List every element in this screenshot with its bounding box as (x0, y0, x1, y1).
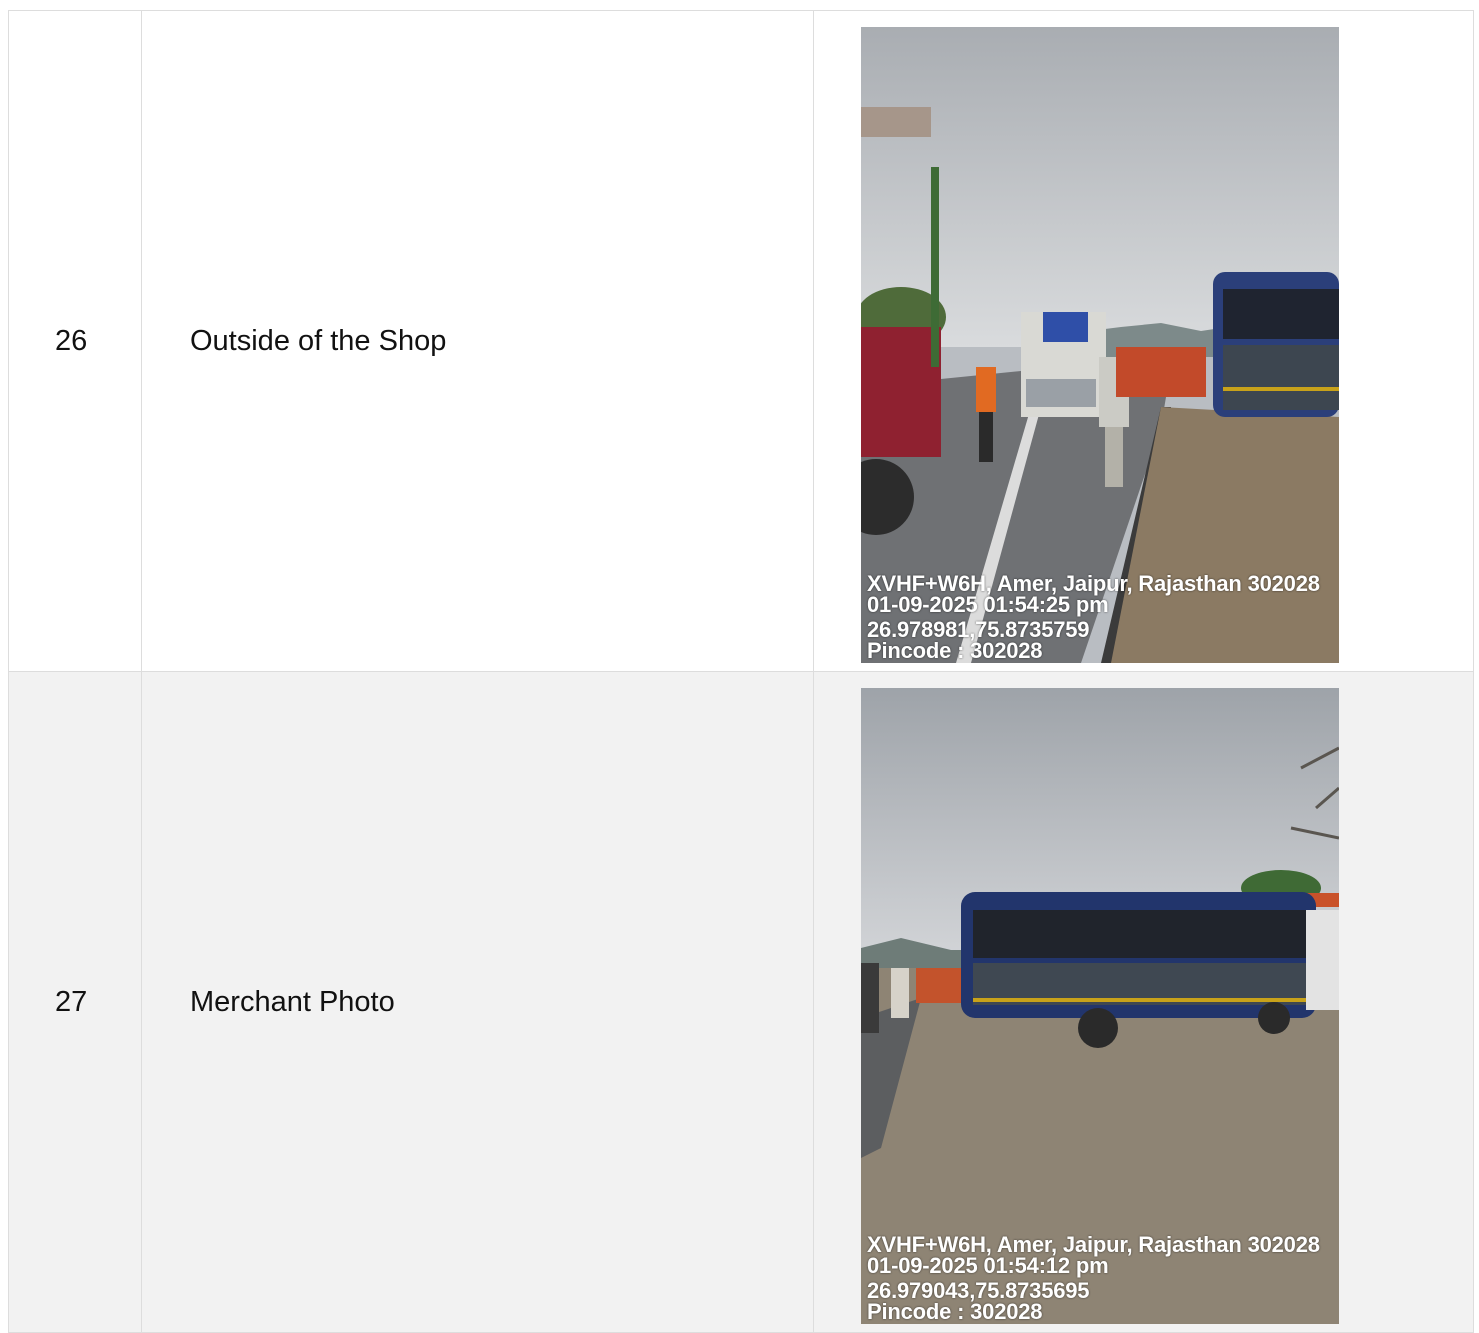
stamp-pincode: Pincode : 302028 (867, 1299, 1043, 1324)
row-number: 26 (9, 11, 142, 671)
stamp-datetime: 01-09-2025 01:54:12 pm (867, 1253, 1109, 1278)
stamp-address: XVHF+W6H, Amer, Jaipur, Rajasthan 302028 (867, 571, 1320, 596)
merchant-photo[interactable]: XVHF+W6H, Amer, Jaipur, Rajasthan 302028… (861, 688, 1339, 1324)
row-label: Outside of the Shop (142, 11, 814, 671)
photo-cell: XVHF+W6H, Amer, Jaipur, Rajasthan 302028… (814, 672, 1474, 1332)
table-row: 26 Outside of the Shop XVHF+W6H, Amer, J… (9, 11, 1474, 672)
stamp-pincode: Pincode : 302028 (867, 638, 1043, 663)
row-label: Merchant Photo (142, 672, 814, 1332)
table-row: 27 Merchant Photo XVHF+W6H, Amer, Jaipur… (9, 672, 1474, 1333)
row-number: 27 (9, 672, 142, 1332)
stamp-address: XVHF+W6H, Amer, Jaipur, Rajasthan 302028 (867, 1232, 1320, 1257)
bus-scene-image (861, 688, 1339, 1324)
geo-stamp: XVHF+W6H, Amer, Jaipur, Rajasthan 302028… (867, 571, 1320, 663)
stamp-coords: 26.979043,75.8735695 (867, 1278, 1090, 1303)
road-scene-image (861, 27, 1339, 663)
photo-table: 26 Outside of the Shop XVHF+W6H, Amer, J… (8, 10, 1474, 1333)
geo-stamp: XVHF+W6H, Amer, Jaipur, Rajasthan 302028… (867, 1232, 1320, 1324)
stamp-coords: 26.978981,75.8735759 (867, 617, 1090, 642)
outside-shop-photo[interactable]: XVHF+W6H, Amer, Jaipur, Rajasthan 302028… (861, 27, 1339, 663)
stamp-datetime: 01-09-2025 01:54:25 pm (867, 592, 1109, 617)
photo-cell: XVHF+W6H, Amer, Jaipur, Rajasthan 302028… (814, 11, 1474, 671)
